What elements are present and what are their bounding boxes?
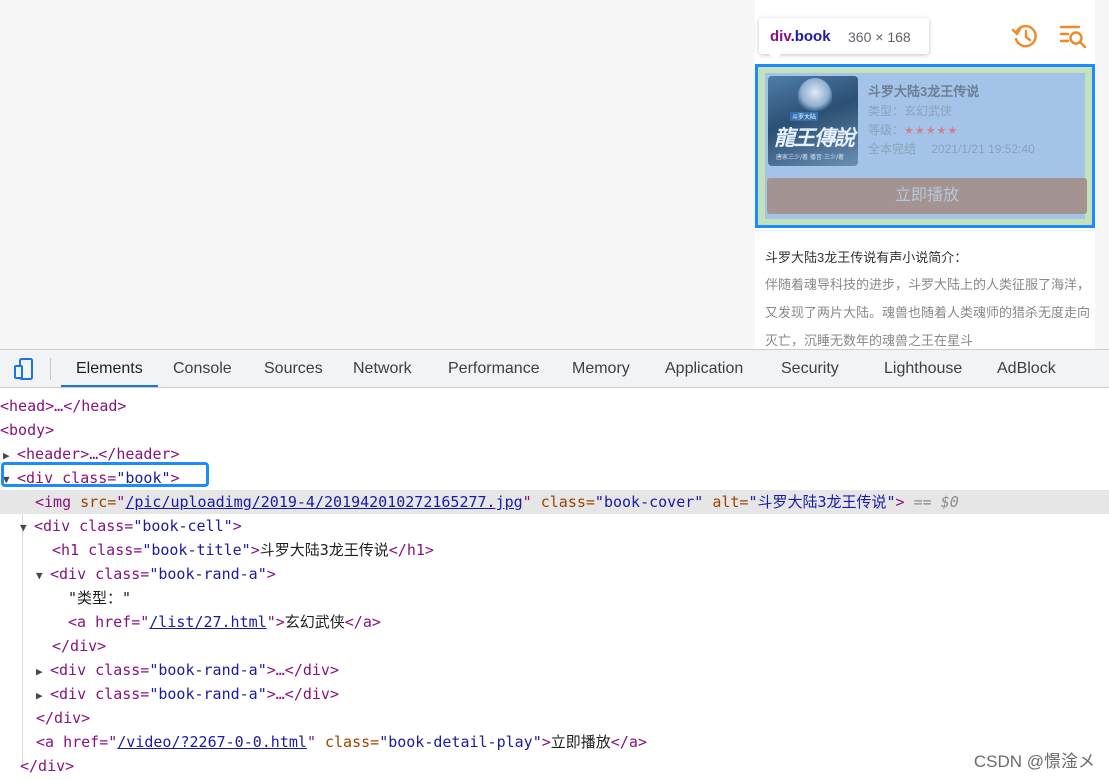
tab-memory[interactable]: Memory bbox=[572, 350, 630, 387]
dom-node-a-play[interactable]: <a href="/video/?2267-0-0.html" class="b… bbox=[0, 730, 1109, 754]
book-title[interactable]: 斗罗大陆3龙王传说 bbox=[868, 81, 979, 100]
cover-sub-text: 唐家三少/著 播音:三少/著 bbox=[776, 154, 844, 161]
play-now-button[interactable]: 立即播放 bbox=[767, 178, 1087, 214]
dom-node-book-close[interactable]: </div> bbox=[0, 754, 1109, 778]
page-viewport: 斗罗大陆 龍王傳說 唐家三少/著 播音:三少/著 斗罗大陆3龙王传说 类型：玄幻… bbox=[0, 0, 1109, 349]
inspected-book-element[interactable]: 斗罗大陆 龍王傳說 唐家三少/著 播音:三少/著 斗罗大陆3龙王传说 类型：玄幻… bbox=[755, 64, 1095, 228]
dom-node-img-selected[interactable]: <img src="/pic/uploadimg/2019-4/20194201… bbox=[0, 490, 1109, 514]
collapse-arrow-icon[interactable]: ▼ bbox=[20, 516, 34, 540]
inspect-tooltip: div.book 360 × 168 bbox=[759, 18, 929, 54]
status-text: 全本完结 bbox=[868, 142, 917, 156]
book-status-row: 全本完结 2021/1/21 19:52:40 bbox=[868, 140, 1035, 157]
tab-performance[interactable]: Performance bbox=[448, 350, 540, 387]
type-label: 类型： bbox=[868, 104, 905, 118]
dom-node-book-rand-a-2[interactable]: ▶ <div class="book-rand-a">…</div> bbox=[0, 658, 1109, 682]
img-src-link[interactable]: /pic/uploadimg/2019-4/201942010272165277… bbox=[125, 493, 522, 511]
dom-text-node[interactable]: "类型：" bbox=[0, 586, 1109, 610]
tabbar-separator bbox=[50, 358, 51, 380]
elements-tree: <head>…</head> <body> ▶ <header>…</header… bbox=[0, 388, 1109, 780]
dom-node-head[interactable]: <head>…</head> bbox=[0, 394, 1109, 418]
dom-node-h1[interactable]: <h1 class="book-title">斗罗大陆3龙王传说</h1> bbox=[0, 538, 1109, 562]
tab-adblock[interactable]: AdBlock bbox=[997, 350, 1056, 387]
tab-lighthouse[interactable]: Lighthouse bbox=[884, 350, 962, 387]
annotation-highlight-box bbox=[1, 462, 209, 487]
dom-node-book-rand-a-3[interactable]: ▶ <div class="book-rand-a">…</div> bbox=[0, 682, 1109, 706]
book-level-row: 等级：★★★★★ bbox=[868, 121, 958, 138]
updated-time: 2021/1/21 19:52:40 bbox=[931, 142, 1035, 156]
expand-arrow-icon[interactable]: ▶ bbox=[36, 660, 50, 684]
dom-node-body[interactable]: <body> bbox=[0, 418, 1109, 442]
level-label: 等级： bbox=[868, 123, 905, 137]
tab-elements[interactable]: Elements bbox=[61, 350, 158, 387]
tab-security[interactable]: Security bbox=[781, 350, 839, 387]
intro-text: 伴随着魂导科技的进步，斗罗大陆上的人类征服了海洋，又发现了两片大陆。魂兽也随着人… bbox=[765, 277, 1091, 348]
devtools-tabbar: Elements Console Sources Network Perform… bbox=[0, 350, 1109, 388]
play-href-link[interactable]: /video/?2267-0-0.html bbox=[117, 733, 307, 751]
devtools-panel: Elements Console Sources Network Perform… bbox=[0, 349, 1109, 780]
search-list-icon[interactable] bbox=[1059, 22, 1087, 50]
tab-network[interactable]: Network bbox=[353, 350, 412, 387]
dom-node-div-close[interactable]: </div> bbox=[0, 634, 1109, 658]
dom-node-cell-close[interactable]: </div> bbox=[0, 706, 1109, 730]
tab-application[interactable]: Application bbox=[665, 350, 743, 387]
tooltip-arrow bbox=[769, 54, 781, 61]
intro-title: 斗罗大陆3龙王传说有声小说简介： bbox=[765, 250, 968, 265]
tab-console[interactable]: Console bbox=[173, 350, 232, 387]
tooltip-dimensions: 360 × 168 bbox=[848, 29, 911, 45]
history-icon[interactable] bbox=[1011, 22, 1039, 50]
collapse-arrow-icon[interactable]: ▼ bbox=[36, 564, 50, 588]
padding-overlay: 斗罗大陆 龍王傳說 唐家三少/著 播音:三少/著 斗罗大陆3龙王传说 类型：玄幻… bbox=[758, 67, 1092, 225]
content-overlay: 斗罗大陆 龍王傳說 唐家三少/著 播音:三少/著 斗罗大陆3龙王传说 类型：玄幻… bbox=[765, 73, 1087, 219]
cover-figure bbox=[798, 78, 832, 114]
expand-arrow-icon[interactable]: ▶ bbox=[36, 684, 50, 708]
device-toolbar-icon[interactable] bbox=[12, 357, 38, 381]
dom-node-book-cell[interactable]: ▼ <div class="book-cell"> bbox=[0, 514, 1109, 538]
tab-sources[interactable]: Sources bbox=[264, 350, 323, 387]
book-intro: 斗罗大陆3龙王传说有声小说简介： 伴随着魂导科技的进步，斗罗大陆上的人类征服了海… bbox=[755, 230, 1095, 349]
cover-title-text: 龍王傳說 bbox=[774, 125, 855, 150]
rating-stars: ★★★★★ bbox=[904, 125, 959, 137]
type-href-link[interactable]: /list/27.html bbox=[149, 613, 266, 631]
cover-top-text: 斗罗大陆 bbox=[790, 112, 819, 121]
selected-node-marker: == $0 bbox=[904, 493, 959, 511]
type-link[interactable]: 玄幻武侠 bbox=[904, 104, 952, 118]
dom-node-book-rand-a[interactable]: ▼ <div class="book-rand-a"> bbox=[0, 562, 1109, 586]
book-type-row: 类型：玄幻武侠 bbox=[868, 102, 952, 119]
watermark: CSDN @憬淦メ bbox=[973, 752, 1095, 771]
book-cover-image[interactable]: 斗罗大陆 龍王傳說 唐家三少/著 播音:三少/著 bbox=[768, 76, 858, 166]
dom-node-a-type[interactable]: <a href="/list/27.html">玄幻武侠</a> bbox=[0, 610, 1109, 634]
tooltip-selector: div.book bbox=[770, 28, 831, 45]
